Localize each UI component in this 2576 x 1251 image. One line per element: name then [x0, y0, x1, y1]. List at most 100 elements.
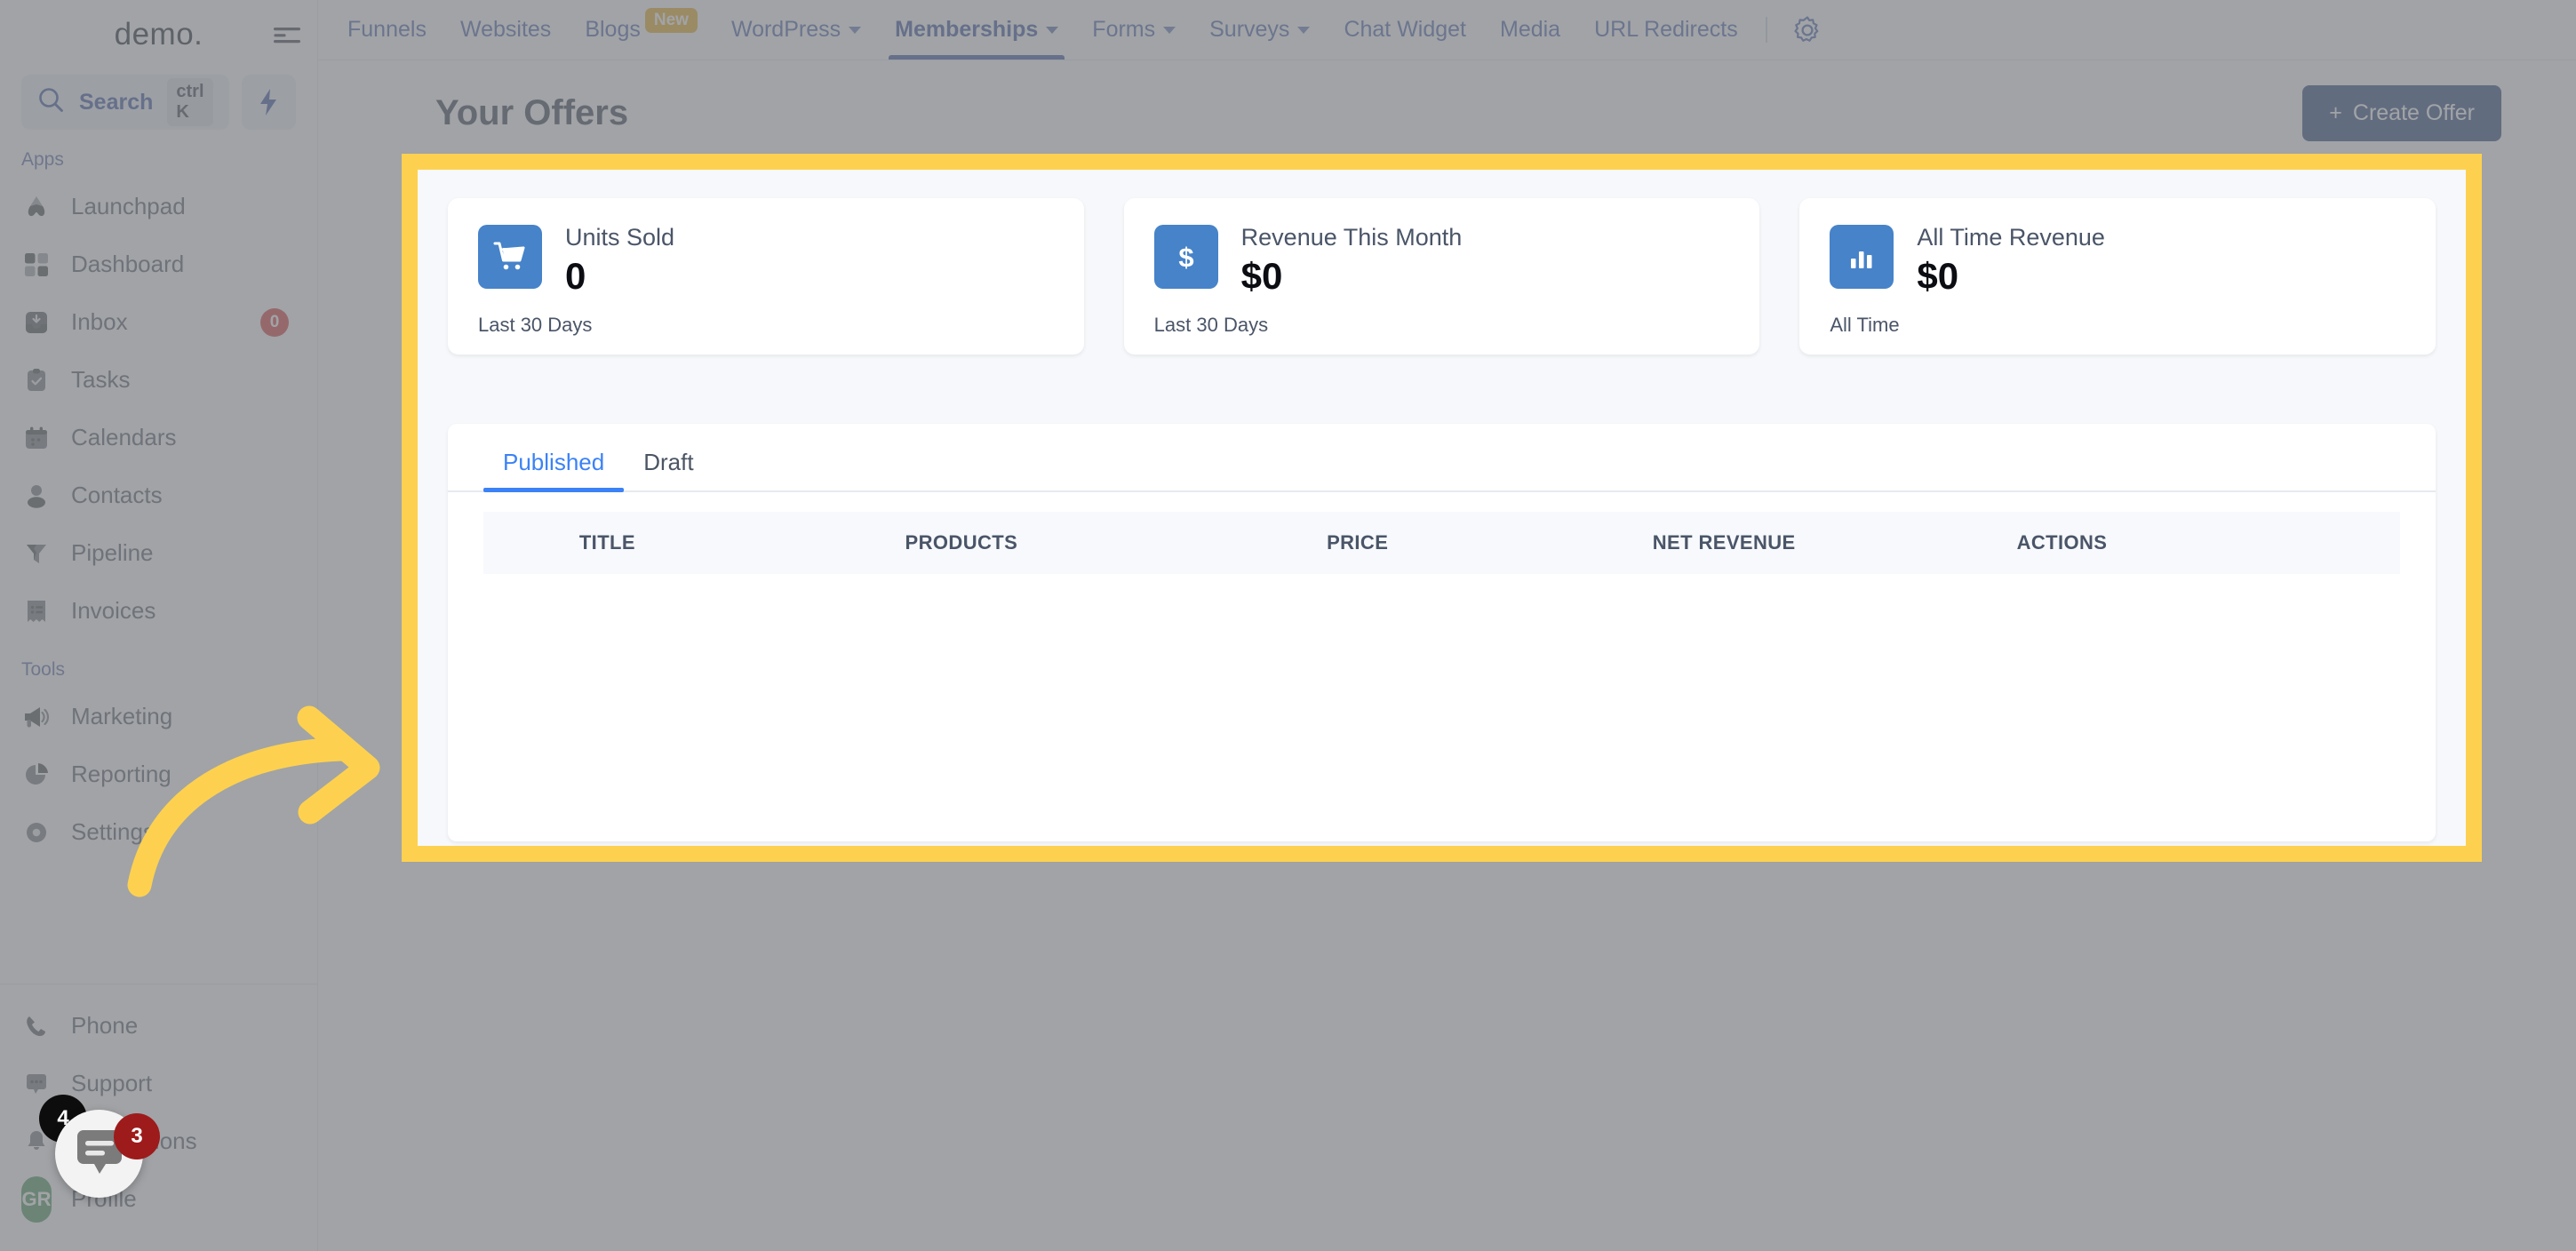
chevron-down-icon — [849, 26, 862, 34]
tab-label: Draft — [643, 449, 694, 475]
tab-published[interactable]: Published — [483, 449, 625, 492]
nav-item-label: Blogs — [585, 17, 641, 42]
top-navigation: Funnels Websites Blogs New WordPress Mem… — [318, 0, 2576, 60]
app-root: demo. Search ctrl K Apps Launchpad Dashb… — [0, 0, 2576, 1251]
sidebar-item-label: Invoices — [71, 597, 156, 624]
sidebar-item-label: Marketing — [71, 703, 173, 729]
nav-item-label: Websites — [459, 17, 552, 42]
sidebar-item-dashboard[interactable]: Dashboard — [9, 235, 308, 293]
nav-item-media[interactable]: Media — [1483, 0, 1577, 60]
nav-item-surveys[interactable]: Surveys — [1192, 0, 1327, 60]
sidebar-item-launchpad[interactable]: Launchpad — [9, 178, 308, 235]
grid-icon — [21, 250, 52, 280]
sidebar-item-profile[interactable]: GR Profile — [9, 1170, 308, 1228]
lightning-bolt-icon[interactable] — [241, 75, 296, 130]
sidebar-item-pipeline[interactable]: Pipeline — [9, 524, 308, 582]
nav-item-label: Forms — [1092, 17, 1156, 42]
table-header-title[interactable]: TITLE — [578, 512, 905, 574]
offers-table-body — [483, 574, 2400, 796]
sidebar-logo-row: demo. — [0, 0, 317, 69]
sidebar-item-contacts[interactable]: Contacts — [9, 466, 308, 524]
sidebar-tools-list: Marketing Reporting Settings — [0, 688, 317, 861]
stat-card-footer: All Time — [1830, 313, 1900, 336]
dollar-sign-icon: $ — [1153, 225, 1218, 289]
sidebar-item-label: Inbox — [71, 308, 128, 335]
sidebar: demo. Search ctrl K Apps Launchpad Dashb… — [0, 0, 318, 1251]
nav-item-chat-widget[interactable]: Chat Widget — [1327, 0, 1483, 60]
search-input[interactable]: Search ctrl K — [21, 75, 229, 130]
sidebar-item-label: Calendars — [71, 424, 177, 450]
stat-card-revenue-this-month: $ Revenue This Month $0 Last 30 Days — [1123, 198, 1760, 369]
stat-card-all-time-revenue: All Time Revenue $0 All Time — [1799, 198, 2436, 369]
svg-text:$: $ — [1178, 242, 1193, 273]
nav-item-label: Memberships — [895, 17, 1039, 42]
chevron-down-icon — [1163, 26, 1176, 34]
nav-divider — [1765, 17, 1767, 43]
nav-item-label: Media — [1500, 17, 1561, 42]
sidebar-item-label: Tasks — [71, 366, 131, 393]
create-offer-label: Create Offer — [2352, 100, 2475, 125]
nav-item-label: Surveys — [1209, 17, 1290, 42]
plus-icon: + — [2329, 100, 2342, 125]
gear-icon[interactable] — [1778, 0, 1837, 60]
clipboard-check-icon — [21, 365, 52, 395]
funnel-icon — [21, 538, 52, 569]
stat-card-value: 0 — [565, 254, 586, 297]
page-header: Your Offers + Create Offer — [318, 60, 2576, 141]
sidebar-item-phone[interactable]: Phone — [9, 997, 308, 1055]
table-header-net-revenue[interactable]: NET REVENUE — [1652, 512, 2017, 574]
inbox-icon — [21, 307, 52, 338]
stat-card-text: All Time Revenue $0 — [1917, 224, 2105, 296]
avatar-initials: GR — [21, 1175, 52, 1223]
table-header-price[interactable]: PRICE — [1327, 512, 1653, 574]
megaphone-icon — [21, 702, 52, 732]
sidebar-item-label: Settings — [71, 818, 155, 845]
search-label: Search — [79, 89, 154, 115]
sidebar-item-inbox[interactable]: Inbox 0 — [9, 293, 308, 351]
chat-badge-unread: 3 — [114, 1113, 160, 1159]
nav-item-blogs[interactable]: Blogs New — [568, 0, 714, 60]
nav-item-label: URL Redirects — [1594, 17, 1738, 42]
stat-card-label: All Time Revenue — [1917, 224, 2105, 251]
nav-item-memberships[interactable]: Memberships — [878, 0, 1075, 60]
nav-item-forms[interactable]: Forms — [1075, 0, 1192, 60]
sidebar-item-tasks[interactable]: Tasks — [9, 351, 308, 409]
nav-item-websites[interactable]: Websites — [443, 0, 568, 60]
shopping-cart-icon — [478, 225, 542, 289]
sidebar-item-reporting[interactable]: Reporting — [9, 745, 308, 803]
highlighted-region: Units Sold 0 Last 30 Days $ Revenue This… — [402, 154, 2482, 862]
nav-item-url-redirects[interactable]: URL Redirects — [1577, 0, 1755, 60]
sidebar-item-label: Support — [71, 1070, 153, 1096]
stat-card-text: Units Sold 0 — [565, 224, 674, 297]
sidebar-item-settings[interactable]: Settings — [9, 803, 308, 861]
sidebar-item-label: Phone — [71, 1012, 139, 1039]
avatar: GR — [21, 1175, 52, 1223]
offers-tabs: Published Draft — [448, 424, 2436, 492]
sidebar-item-calendars[interactable]: Calendars — [9, 409, 308, 466]
nav-item-funnels[interactable]: Funnels — [331, 0, 443, 60]
sidebar-item-marketing[interactable]: Marketing — [9, 688, 308, 745]
page-title: Your Offers — [435, 93, 629, 132]
bar-chart-icon — [1830, 225, 1894, 289]
nav-item-wordpress[interactable]: WordPress — [714, 0, 878, 60]
table-header-products[interactable]: PRODUCTS — [905, 512, 1328, 574]
chevron-down-icon — [1297, 26, 1311, 34]
sidebar-item-invoices[interactable]: Invoices — [9, 582, 308, 640]
table-header-actions: ACTIONS — [2016, 512, 2400, 574]
new-badge: New — [644, 7, 698, 33]
tab-draft[interactable]: Draft — [624, 449, 713, 490]
table-header-row: TITLE PRODUCTS PRICE NET REVENUE ACTIONS — [483, 512, 2400, 574]
phone-icon — [21, 1011, 52, 1041]
stat-card-text: Revenue This Month $0 — [1241, 224, 1463, 296]
collapse-sidebar-icon[interactable] — [271, 20, 303, 52]
sidebar-section-label: Tools — [21, 659, 66, 680]
gear-icon — [21, 817, 52, 848]
search-icon — [37, 86, 65, 118]
search-shortcut: ctrl K — [167, 78, 213, 126]
chat-dots-icon — [21, 1069, 52, 1099]
stat-card-units-sold: Units Sold 0 Last 30 Days — [448, 198, 1084, 369]
create-offer-button[interactable]: + Create Offer — [2302, 85, 2501, 141]
rocket-icon — [21, 192, 52, 222]
table-empty-state — [483, 574, 2400, 796]
sidebar-item-label: Dashboard — [71, 251, 185, 277]
